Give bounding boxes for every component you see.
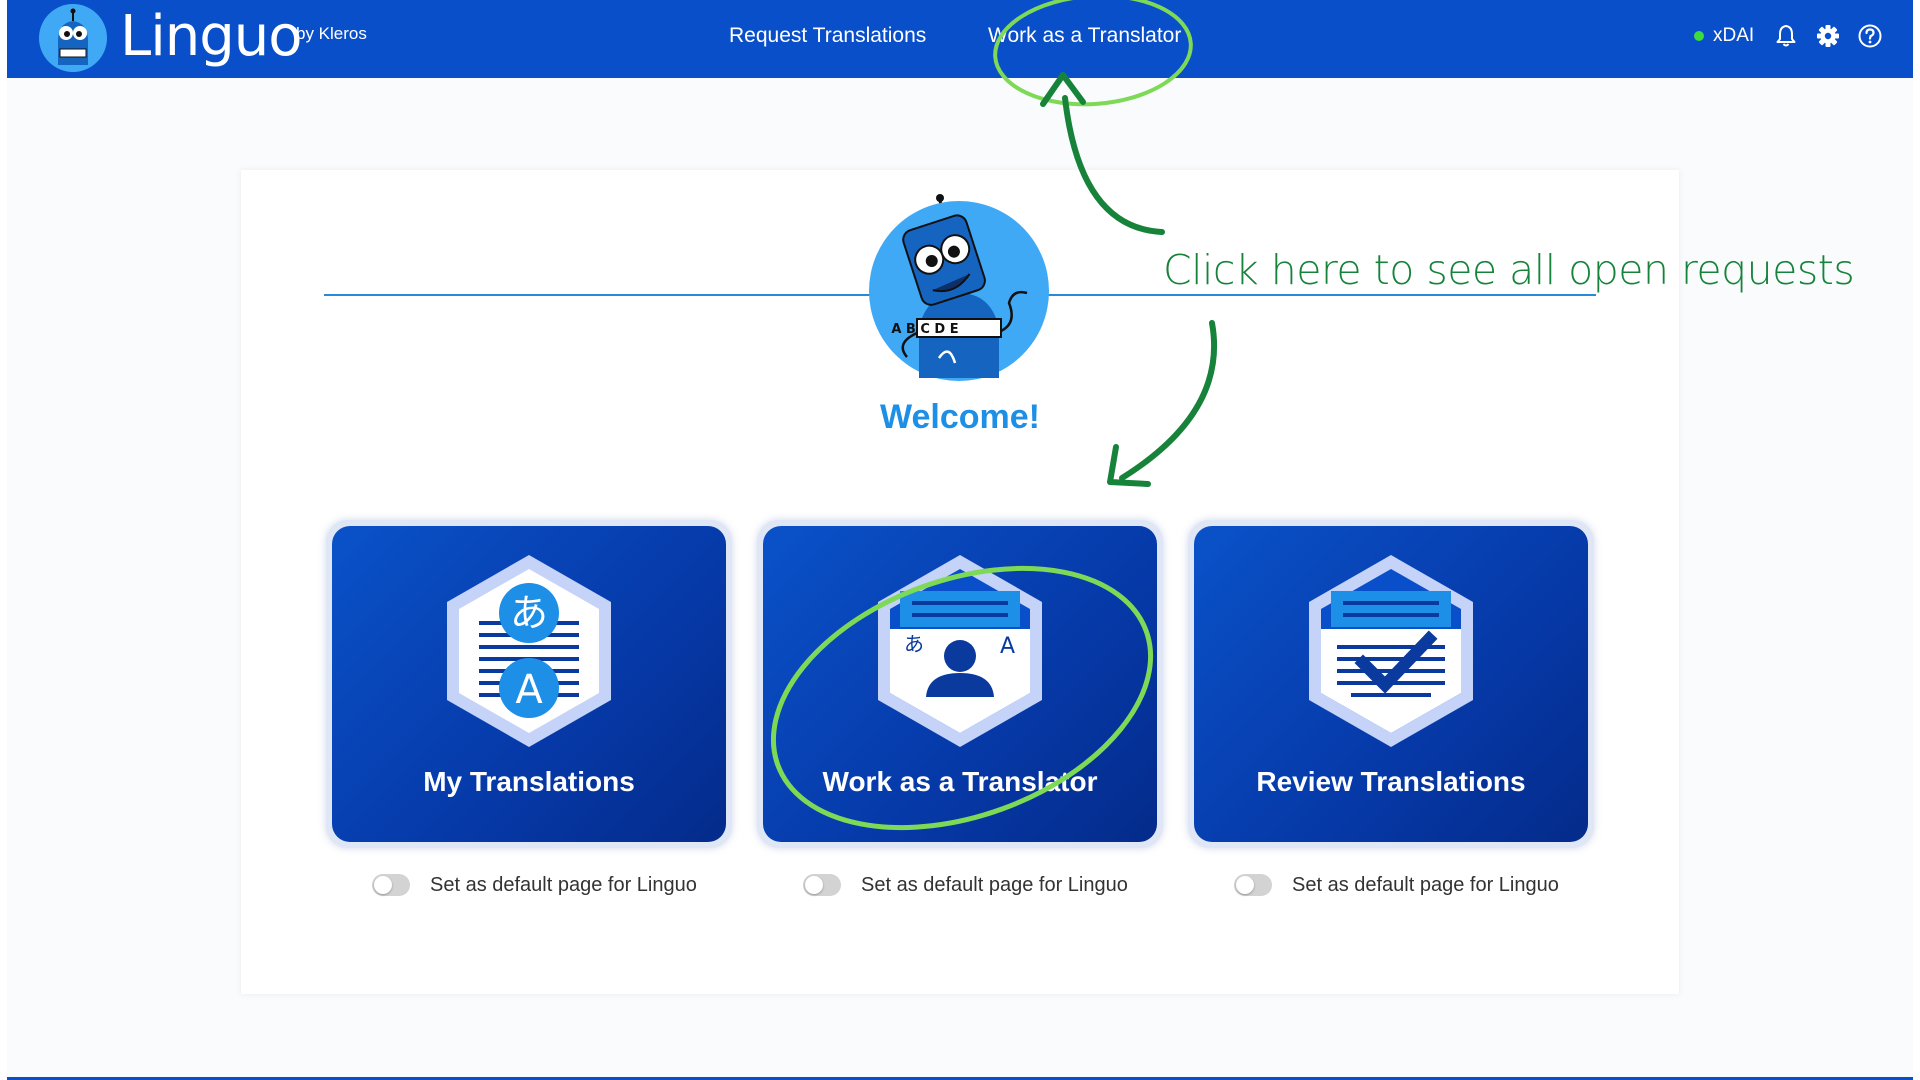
default-page-toggle[interactable] [803,874,841,896]
translate-document-icon: あ A [447,555,611,747]
default-page-toggle-label: Set as default page for Linguo [861,874,1128,896]
default-page-toggle-label: Set as default page for Linguo [430,874,697,896]
network-label[interactable]: xDAI [1713,25,1754,47]
translator-card-icon: あ A [878,555,1042,747]
svg-text:あ: あ [904,632,924,656]
tile-my-translations-frame: あ A My Translations [326,520,732,848]
svg-text:A: A [515,667,543,713]
brand-name[interactable]: Linguo [120,2,303,72]
toggle-knob [805,876,823,894]
svg-text:あ: あ [510,591,548,635]
gear-icon[interactable] [1815,23,1841,49]
bell-icon[interactable] [1773,23,1799,49]
default-page-toggle-label: Set as default page for Linguo [1292,874,1559,896]
welcome-heading: Welcome! [880,398,1040,436]
my-translations-button[interactable]: あ A My Translations [332,526,726,842]
tile-label-my-translations: My Translations [423,766,635,797]
tile-work-as-translator-frame: あ A Work as a Translator [757,520,1163,848]
network-status-dot [1694,31,1704,41]
tile-label-work-as-translator: Work as a Translator [822,766,1098,797]
annotation-text: Click here to see all open requests [1163,246,1855,294]
default-page-toggle[interactable] [372,874,410,896]
tile-review-translations-frame: Review Translations [1188,520,1594,848]
help-icon[interactable] [1857,23,1883,49]
default-page-toggle[interactable] [1234,874,1272,896]
brand-byline: by Kleros [296,24,367,43]
review-checklist-icon [1309,555,1473,747]
robot-board-letters: A B C D E [891,322,958,337]
robot-mascot-icon: A B C D E [869,194,1049,381]
review-translations-button[interactable]: Review Translations [1194,526,1588,842]
nav-work-as-translator[interactable]: Work as a Translator [988,24,1181,48]
work-as-translator-button[interactable]: あ A Work as a Translator [763,526,1157,842]
linguo-robot-logo-icon[interactable] [38,3,108,73]
toggle-knob [374,876,392,894]
svg-text:A: A [1000,634,1015,659]
nav-request-translations[interactable]: Request Translations [729,24,926,48]
toggle-knob [1236,876,1254,894]
tile-label-review-translations: Review Translations [1256,766,1526,797]
